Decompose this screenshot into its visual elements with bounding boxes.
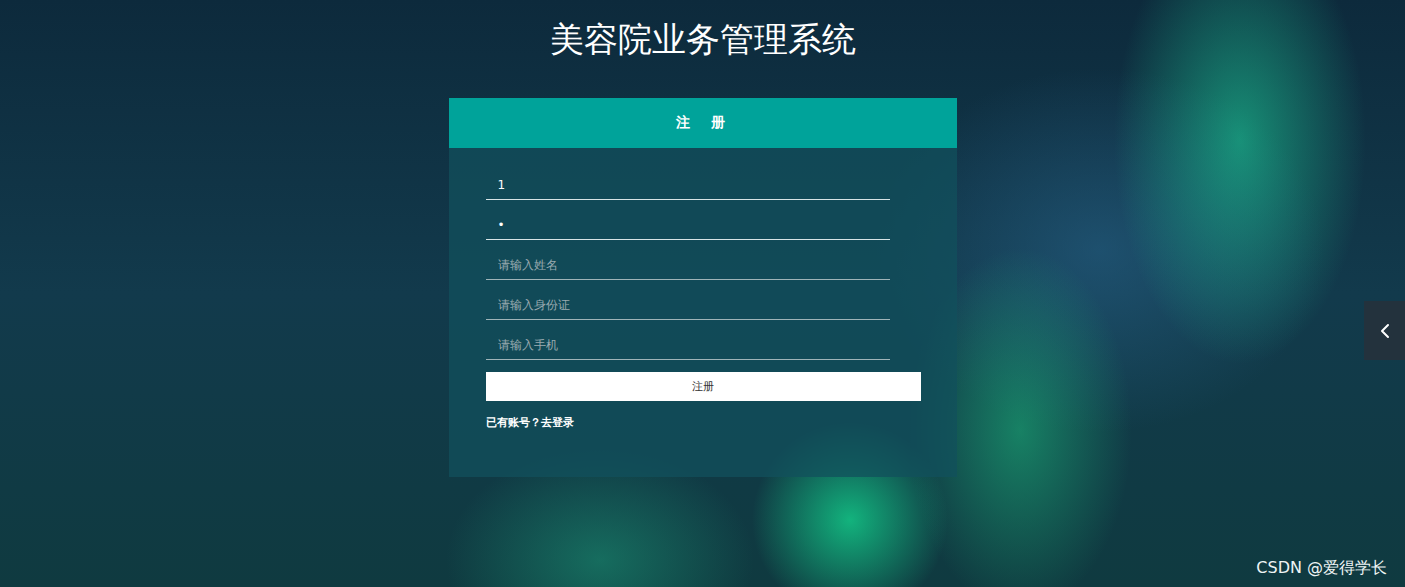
password-field[interactable] (486, 200, 890, 240)
text-field[interactable] (486, 240, 890, 280)
text-field[interactable] (486, 280, 890, 320)
card-body: 注册已有账号？去登录 (449, 148, 957, 470)
register-card: 注 册注册已有账号？去登录 (449, 98, 957, 477)
register-page: 美容院业务管理系统注 册注册已有账号？去登录 CSDN @爱得学长 (0, 0, 1405, 587)
side-tab[interactable] (1364, 301, 1405, 360)
text-field[interactable] (486, 160, 890, 200)
page-title: 美容院业务管理系统 (550, 14, 856, 64)
chevron-left-icon (1373, 319, 1397, 343)
register-button[interactable]: 注册 (486, 372, 921, 401)
text-field[interactable] (486, 320, 890, 360)
card-header: 注 册 (449, 98, 957, 148)
login-link[interactable]: 已有账号？去登录 (486, 415, 574, 430)
watermark: CSDN @爱得学长 (1256, 558, 1387, 579)
